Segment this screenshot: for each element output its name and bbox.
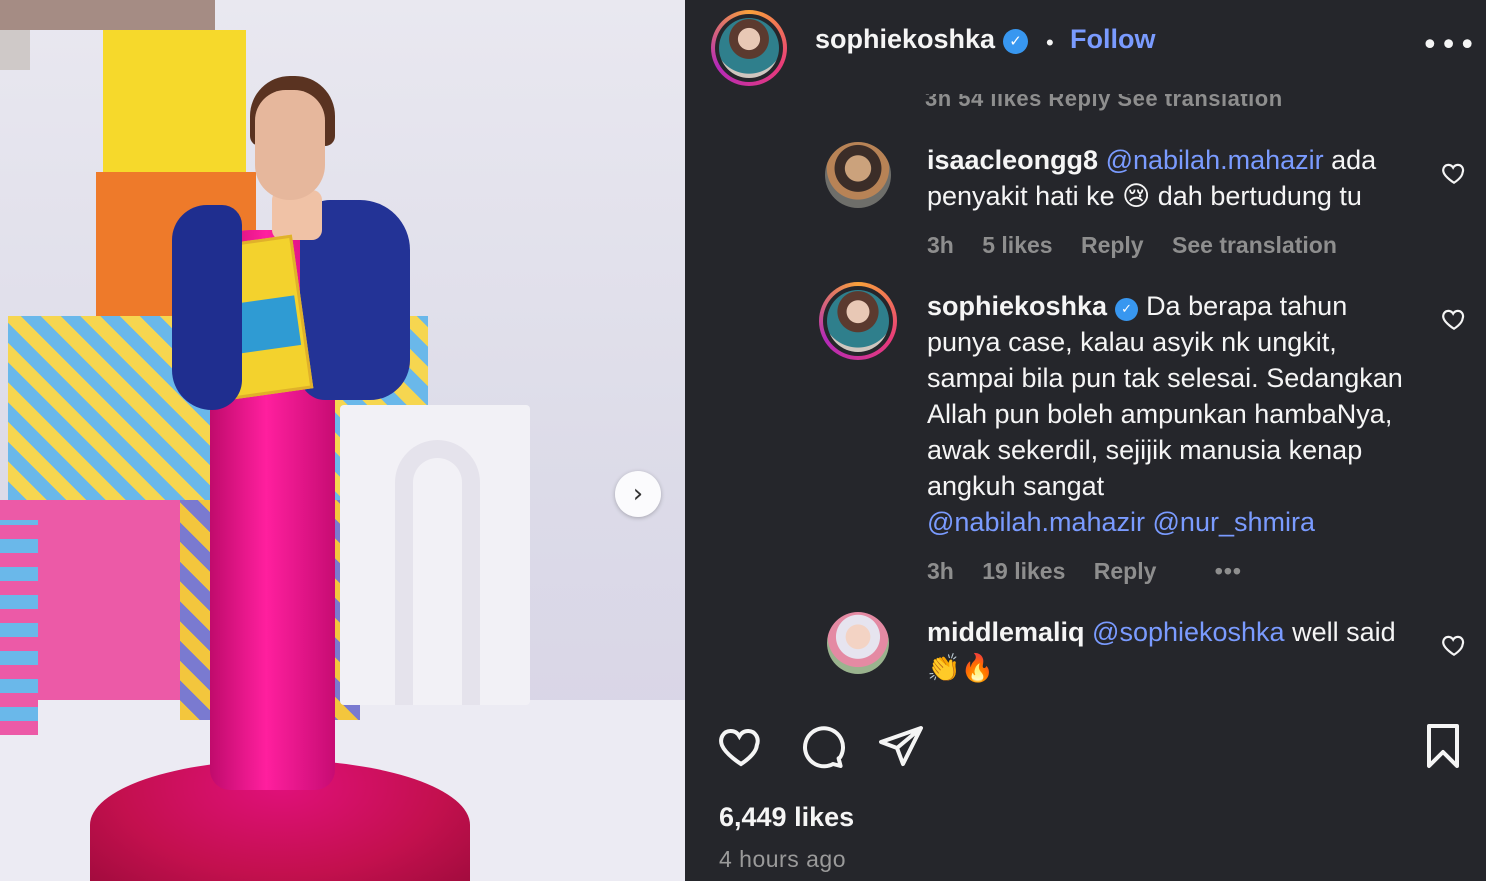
bookmark-icon[interactable] bbox=[1419, 722, 1467, 770]
comment-body: sophiekoshka ✓ Da berapa tahun punya case,… bbox=[927, 288, 1417, 540]
comment-time: 3h bbox=[927, 558, 954, 584]
verified-badge-icon: ✓ bbox=[1115, 298, 1139, 321]
comment-more-options-icon[interactable]: ••• bbox=[1215, 558, 1242, 584]
comment-reply-button[interactable]: Reply bbox=[1081, 232, 1144, 258]
next-image-button[interactable]: › bbox=[615, 471, 661, 517]
comment-like-heart-icon[interactable] bbox=[1441, 160, 1467, 186]
chevron-right-icon: › bbox=[632, 479, 644, 509]
arch-prop bbox=[395, 440, 480, 705]
face bbox=[255, 90, 325, 200]
comment-like-heart-icon[interactable] bbox=[1441, 306, 1467, 332]
striped-pillar bbox=[0, 520, 38, 735]
heart-icon[interactable] bbox=[717, 722, 765, 770]
comment-body: isaacleongg8 @nabilah.mahazir ada penyak… bbox=[927, 142, 1417, 214]
comment-text: Da berapa tahun punya case, kalau asyik … bbox=[927, 291, 1403, 501]
author-avatar-image bbox=[719, 18, 779, 78]
more-options-icon[interactable]: ••• bbox=[1421, 28, 1477, 63]
post-likes-count[interactable]: 6,449 likes bbox=[719, 802, 854, 833]
comment-likes[interactable]: 5 likes bbox=[982, 232, 1052, 258]
comment-username[interactable]: middlemaliq bbox=[927, 617, 1085, 647]
verified-badge-icon: ✓ bbox=[1003, 29, 1029, 54]
author-avatar[interactable] bbox=[711, 10, 787, 86]
see-translation-button[interactable]: See translation bbox=[1172, 232, 1337, 258]
yellow-block bbox=[103, 30, 246, 180]
follow-button[interactable]: Follow bbox=[1070, 24, 1155, 55]
header-separator: • bbox=[1046, 30, 1054, 55]
comment-reply-button[interactable]: Reply bbox=[1094, 558, 1157, 584]
comments-list[interactable]: isaacleongg8 @nabilah.mahazir ada penyak… bbox=[685, 94, 1486, 694]
paper-plane-icon[interactable] bbox=[877, 722, 925, 770]
post-timestamp: 4 hours ago bbox=[719, 846, 846, 872]
backdrop-wall-edge bbox=[0, 30, 30, 70]
backdrop-wall bbox=[0, 0, 215, 30]
post-header: sophiekoshka ✓ • Follow ••• bbox=[685, 0, 1486, 94]
left-sleeve bbox=[172, 205, 242, 410]
comment-username[interactable]: sophiekoshka bbox=[927, 291, 1107, 321]
commenter-avatar[interactable] bbox=[825, 142, 891, 208]
author-username-row[interactable]: sophiekoshka ✓ bbox=[815, 24, 1029, 55]
commenter-avatar-image bbox=[827, 290, 889, 352]
comment-bubble-icon[interactable] bbox=[799, 722, 847, 770]
comment-time: 3h bbox=[927, 232, 954, 258]
post-panel: sophiekoshka ✓ • Follow ••• 3h 54 likes R… bbox=[685, 0, 1486, 881]
author-username[interactable]: sophiekoshka bbox=[815, 24, 995, 54]
comment-likes[interactable]: 19 likes bbox=[982, 558, 1065, 584]
comment-meta: 3h 5 likes Reply See translation bbox=[927, 232, 1359, 259]
commenter-avatar[interactable] bbox=[819, 282, 897, 360]
comment-mentions[interactable]: @nabilah.mahazir @nur_shmira bbox=[927, 504, 1417, 540]
post-image[interactable]: › bbox=[0, 0, 685, 881]
commenter-avatar[interactable] bbox=[827, 612, 889, 674]
comment-meta: 3h 19 likes Reply ••• bbox=[927, 558, 1264, 585]
comment-mention[interactable]: @sophiekoshka bbox=[1092, 617, 1285, 647]
comment-mention[interactable]: @nabilah.mahazir bbox=[1106, 145, 1324, 175]
comment-username[interactable]: isaacleongg8 bbox=[927, 145, 1098, 175]
comment-like-heart-icon[interactable] bbox=[1441, 632, 1467, 658]
post-actions: 6,449 likes 4 hours ago bbox=[685, 694, 1486, 881]
comment-body: middlemaliq @sophiekoshka well said👏🔥 bbox=[927, 614, 1417, 686]
